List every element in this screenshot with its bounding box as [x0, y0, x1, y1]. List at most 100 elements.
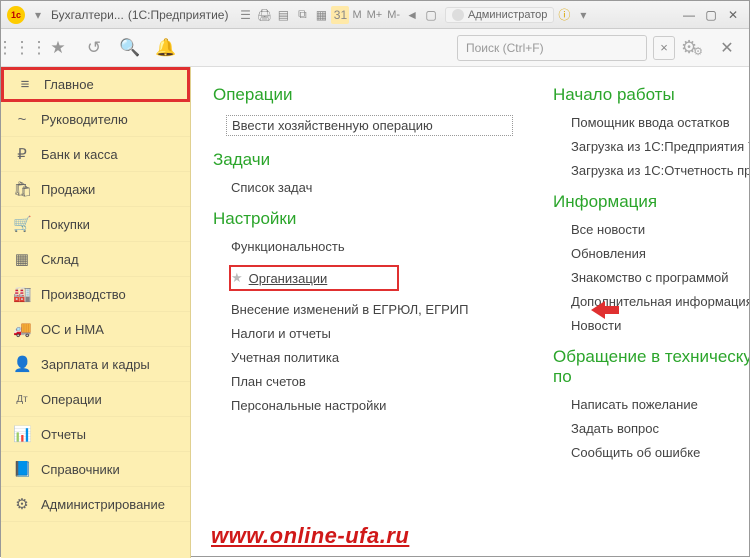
- link-task-list[interactable]: Список задач: [231, 180, 513, 195]
- watermark: www.online-ufa.ru: [211, 523, 409, 549]
- link-feedback[interactable]: Написать пожелание: [571, 397, 749, 412]
- link-question[interactable]: Задать вопрос: [571, 421, 749, 436]
- sidebar-item-label: Банк и касса: [41, 147, 118, 162]
- sidebar-item-salary[interactable]: 👤 Зарплата и кадры: [1, 347, 190, 382]
- back-icon[interactable]: ◄: [403, 6, 421, 24]
- link-load-77[interactable]: Загрузка из 1С:Предприятия 7.7: [571, 139, 749, 154]
- search-input[interactable]: Поиск (Ctrl+F): [457, 35, 647, 61]
- memory-mminus-icon[interactable]: M-: [385, 9, 402, 21]
- dropdown-icon[interactable]: ▾: [29, 6, 47, 24]
- search-icon[interactable]: 🔍: [119, 37, 141, 59]
- search-placeholder: Поиск (Ctrl+F): [466, 41, 544, 55]
- link-egrul[interactable]: Внесение изменений в ЕГРЮЛ, ЕГРИП: [231, 302, 513, 317]
- sidebar-item-label: Справочники: [41, 462, 120, 477]
- menu-icon: ≡: [16, 76, 34, 93]
- link-organizations[interactable]: Организации: [249, 271, 328, 286]
- sidebar-item-sales[interactable]: 🛍 Продажи: [1, 172, 190, 207]
- maximize-button[interactable]: ▢: [701, 6, 721, 24]
- sidebar-item-operations[interactable]: Дт Операции: [1, 382, 190, 417]
- sidebar-item-production[interactable]: 🏭 Производство: [1, 277, 190, 312]
- sidebar-item-label: Продажи: [41, 182, 95, 197]
- history-icon[interactable]: ↺: [83, 37, 105, 59]
- print-icon[interactable]: 🖨: [255, 6, 273, 24]
- link-updates[interactable]: Обновления: [571, 246, 749, 261]
- section-info-title: Информация: [553, 192, 749, 212]
- cart-icon: 🛒: [13, 215, 31, 233]
- sidebar-item-label: Отчеты: [41, 427, 86, 442]
- avatar-icon: [452, 9, 464, 21]
- sidebar-item-label: Операции: [41, 392, 102, 407]
- info-icon[interactable]: ⓘ: [555, 6, 573, 24]
- bag-icon: 🛍: [13, 180, 31, 198]
- section-support-title: Обращение в техническую по: [553, 347, 749, 387]
- sidebar-item-label: Руководителю: [41, 112, 128, 127]
- calendar-icon[interactable]: 31: [331, 6, 349, 24]
- link-all-news[interactable]: Все новости: [571, 222, 749, 237]
- memory-m-icon[interactable]: M: [350, 9, 363, 21]
- star-icon[interactable]: ★: [47, 37, 69, 59]
- user-chip[interactable]: Администратор: [445, 7, 554, 23]
- sidebar-item-label: ОС и НМА: [41, 322, 104, 337]
- sidebar-item-admin[interactable]: ⚙ Администрирование: [1, 487, 190, 522]
- section-tasks-title: Задачи: [213, 150, 513, 170]
- content-area: Операции Ввести хозяйственную операцию З…: [191, 67, 749, 558]
- link-accounting-policy[interactable]: Учетная политика: [231, 350, 513, 365]
- sidebar-item-purchases[interactable]: 🛒 Покупки: [1, 207, 190, 242]
- link-intro[interactable]: Знакомство с программой: [571, 270, 749, 285]
- sidebar-item-label: Производство: [41, 287, 126, 302]
- sidebar-item-label: Главное: [44, 77, 94, 92]
- link-functionality[interactable]: Функциональность: [231, 239, 513, 254]
- star-icon: ★: [231, 270, 243, 286]
- sidebar-item-assets[interactable]: 🚚 ОС и НМА: [1, 312, 190, 347]
- section-operations-title: Операции: [213, 85, 513, 105]
- compare-icon[interactable]: ⧉: [293, 6, 311, 24]
- search-clear-button[interactable]: ×: [653, 36, 675, 60]
- grid-icon[interactable]: ▦: [312, 6, 330, 24]
- apps-icon[interactable]: ⋮⋮⋮: [11, 37, 33, 59]
- sidebar-item-warehouse[interactable]: ▦ Склад: [1, 242, 190, 277]
- minimize-button[interactable]: —: [679, 6, 699, 24]
- sidebar-item-manager[interactable]: ~ Руководителю: [1, 102, 190, 137]
- sidebar-item-label: Склад: [41, 252, 79, 267]
- app-logo-icon: 1c: [7, 6, 25, 24]
- highlight-arrow-icon: [591, 301, 619, 321]
- boxes-icon: ▦: [13, 250, 31, 268]
- sidebar: ≡ Главное ~ Руководителю ₽ Банк и касса …: [1, 67, 191, 558]
- memory-mplus-icon[interactable]: M+: [365, 9, 385, 21]
- gear-icon: ⚙: [13, 495, 31, 513]
- close-button[interactable]: ✕: [723, 6, 743, 24]
- app-title: Бухгалтери...: [51, 8, 124, 22]
- close-panel-button[interactable]: ✕: [715, 36, 739, 60]
- sidebar-item-main[interactable]: ≡ Главное: [1, 67, 190, 102]
- truck-icon: 🚚: [13, 320, 31, 338]
- sidebar-item-label: Администрирование: [41, 497, 165, 512]
- person-icon: 👤: [13, 355, 31, 373]
- menu-caret-icon[interactable]: ▾: [574, 6, 592, 24]
- book-icon: 📘: [13, 460, 31, 478]
- link-load-reporting[interactable]: Загрузка из 1С:Отчетность пред: [571, 163, 749, 178]
- link-personal-settings[interactable]: Персональные настройки: [231, 398, 513, 413]
- link-organizations-highlighted[interactable]: ★ Организации: [229, 265, 399, 291]
- gear-small-icon: ⚙: [693, 45, 703, 58]
- toolbar-icon[interactable]: ☰: [236, 6, 254, 24]
- bell-icon[interactable]: 🔔: [155, 37, 177, 59]
- bars-icon: 📊: [13, 425, 31, 443]
- sidebar-item-label: Зарплата и кадры: [41, 357, 150, 372]
- chart-icon: ~: [13, 111, 31, 128]
- top-toolbar: ⋮⋮⋮ ★ ↺ 🔍 🔔 Поиск (Ctrl+F) × ⚙ ⚙ ✕: [1, 29, 749, 67]
- link-balance-helper[interactable]: Помощник ввода остатков: [571, 115, 749, 130]
- link-taxes[interactable]: Налоги и отчеты: [231, 326, 513, 341]
- document-icon[interactable]: ▤: [274, 6, 292, 24]
- link-bug[interactable]: Сообщить об ошибке: [571, 445, 749, 460]
- factory-icon: 🏭: [13, 285, 31, 303]
- window-icon[interactable]: ▢: [422, 6, 440, 24]
- sidebar-item-catalogs[interactable]: 📘 Справочники: [1, 452, 190, 487]
- section-start-title: Начало работы: [553, 85, 749, 105]
- settings-button[interactable]: ⚙ ⚙: [681, 37, 703, 58]
- sidebar-item-reports[interactable]: 📊 Отчеты: [1, 417, 190, 452]
- debit-icon: Дт: [13, 394, 31, 405]
- user-name: Администратор: [468, 9, 547, 21]
- sidebar-item-bank[interactable]: ₽ Банк и касса: [1, 137, 190, 172]
- link-enter-operation[interactable]: Ввести хозяйственную операцию: [226, 115, 513, 136]
- link-chart-accounts[interactable]: План счетов: [231, 374, 513, 389]
